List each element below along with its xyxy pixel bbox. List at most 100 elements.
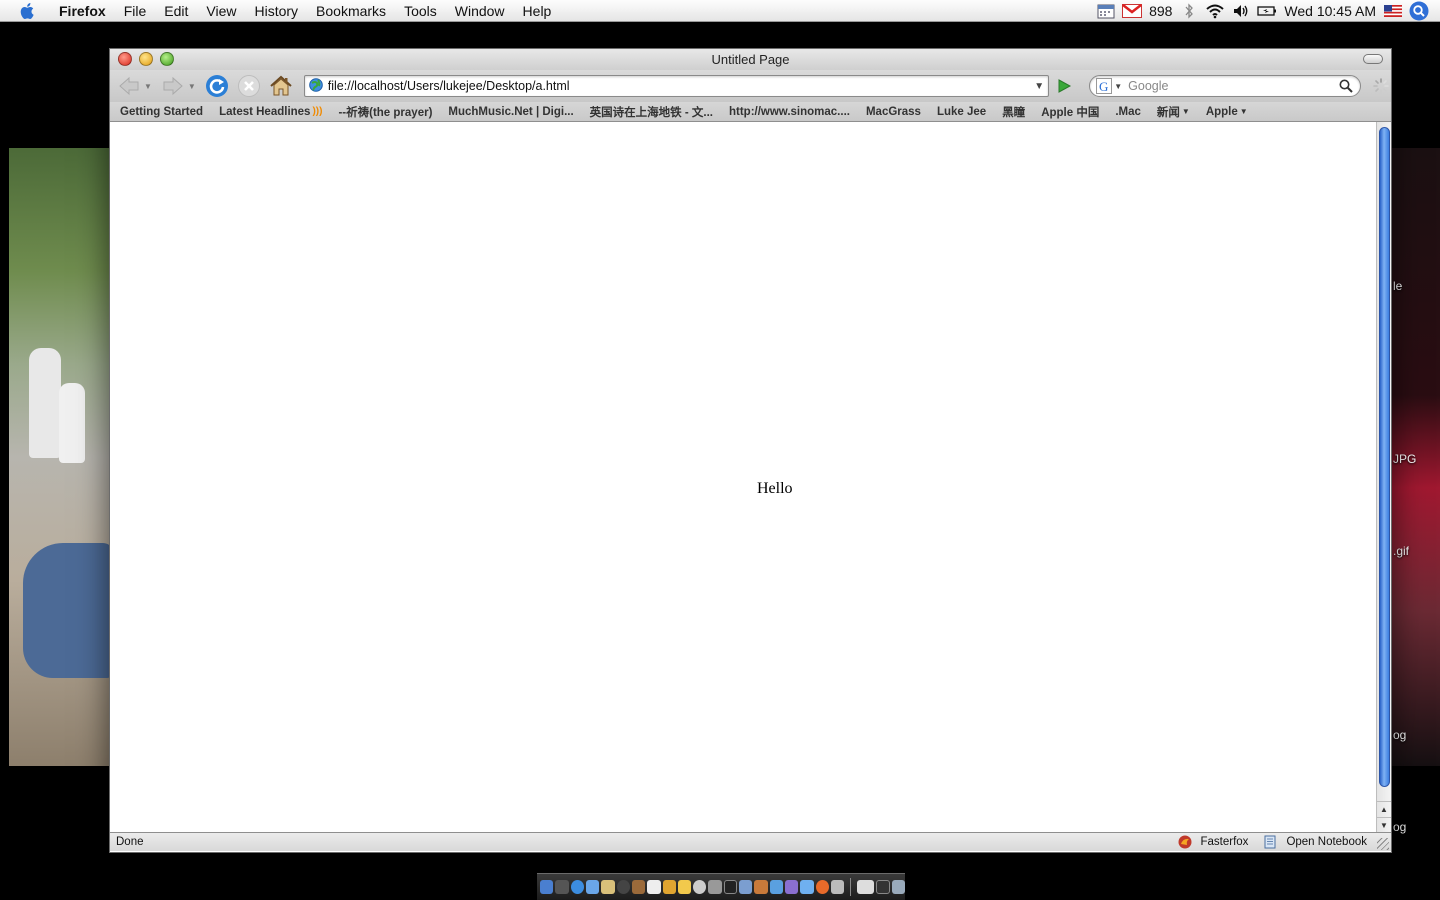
- gmail-count: 898: [1149, 2, 1173, 19]
- address-book-icon[interactable]: [601, 880, 615, 894]
- menubar-clock[interactable]: Wed 10:45 AM: [1280, 3, 1380, 19]
- trash-icon[interactable]: [891, 880, 906, 894]
- page-content[interactable]: Hello ▲ ▼: [110, 122, 1391, 832]
- textedit-icon[interactable]: [708, 880, 722, 894]
- bookmark-folder[interactable]: Apple ▼: [1206, 106, 1248, 118]
- search-engine-selector[interactable]: G ▼: [1096, 78, 1122, 94]
- reload-button[interactable]: [202, 72, 232, 100]
- resize-grip-icon[interactable]: [1377, 838, 1389, 850]
- desktop-file-label[interactable]: JPG: [1393, 452, 1416, 466]
- dock-separator: [850, 878, 852, 896]
- menu-window[interactable]: Window: [446, 0, 514, 22]
- wifi-icon[interactable]: [1204, 0, 1226, 22]
- preview-icon[interactable]: [739, 880, 753, 894]
- iphoto-icon[interactable]: [631, 880, 646, 894]
- mail-icon[interactable]: [585, 880, 600, 894]
- toolbar-toggle-button[interactable]: [1363, 54, 1383, 64]
- bookmark-item[interactable]: .Mac: [1115, 106, 1141, 118]
- apple-menu-icon[interactable]: [18, 1, 38, 21]
- bookmark-item-livefeed[interactable]: Latest Headlines))): [219, 106, 322, 118]
- menu-file[interactable]: File: [115, 0, 156, 22]
- menu-edit[interactable]: Edit: [155, 0, 197, 22]
- terminal-icon[interactable]: [723, 880, 738, 894]
- ical-icon[interactable]: [647, 880, 661, 894]
- menu-tools[interactable]: Tools: [395, 0, 446, 22]
- menubar: Firefox File Edit View History Bookmarks…: [0, 0, 1440, 22]
- menubar-extras: 898 Wed 10:45 AM: [1093, 0, 1440, 22]
- calendar-icon[interactable]: [1095, 0, 1117, 22]
- volume-icon[interactable]: [1230, 0, 1252, 22]
- firefox-dock-icon[interactable]: [815, 880, 830, 894]
- bookmark-item[interactable]: Apple 中国: [1041, 104, 1099, 120]
- vertical-scrollbar[interactable]: ▲ ▼: [1376, 122, 1391, 832]
- dock: [537, 873, 906, 900]
- ichat-icon[interactable]: [677, 880, 692, 894]
- url-history-chevron-down-icon[interactable]: ▼: [1030, 81, 1048, 92]
- bookmark-item[interactable]: Luke Jee: [937, 106, 986, 118]
- app-icon[interactable]: [785, 880, 799, 894]
- bookmark-item[interactable]: Getting Started: [120, 106, 203, 118]
- bookmark-item[interactable]: --祈祷(the prayer): [338, 104, 432, 120]
- desktop-file-label[interactable]: og: [1393, 728, 1406, 742]
- menu-bookmarks[interactable]: Bookmarks: [307, 0, 395, 22]
- dashboard-icon[interactable]: [555, 880, 569, 894]
- desktop-file-label[interactable]: le: [1393, 279, 1402, 293]
- us-flag-icon[interactable]: [1382, 0, 1404, 22]
- bookmark-folder[interactable]: 新闻 ▼: [1157, 104, 1190, 120]
- desktop-wallpaper-photo: [9, 148, 109, 766]
- scroll-down-arrow-icon[interactable]: ▼: [1377, 817, 1391, 832]
- desktop-file-label[interactable]: .gif: [1393, 544, 1409, 558]
- minimized-window-icon[interactable]: [876, 880, 890, 894]
- app-icon[interactable]: [769, 880, 784, 894]
- finder-icon[interactable]: [540, 880, 554, 894]
- back-history-chevron-down-icon[interactable]: ▼: [144, 82, 152, 91]
- spotlight-icon[interactable]: [1408, 0, 1430, 22]
- minimize-window-button[interactable]: [139, 52, 153, 66]
- bookmark-item[interactable]: http://www.sinomac....: [729, 106, 850, 118]
- battery-icon[interactable]: [1256, 0, 1278, 22]
- bookmark-item[interactable]: 黑瞳: [1002, 104, 1025, 120]
- search-icon[interactable]: [1336, 79, 1356, 93]
- stop-button[interactable]: [234, 72, 264, 100]
- search-input[interactable]: Google: [1128, 79, 1336, 93]
- svg-text:G: G: [1099, 79, 1108, 94]
- bookmark-item[interactable]: MuchMusic.Net | Digi...: [448, 106, 573, 118]
- open-notebook-label[interactable]: Open Notebook: [1286, 836, 1367, 848]
- search-bar[interactable]: G ▼ Google: [1089, 75, 1362, 97]
- window-titlebar[interactable]: Untitled Page: [110, 49, 1391, 70]
- office-icon[interactable]: [662, 880, 676, 894]
- fasterfox-label[interactable]: Fasterfox: [1201, 836, 1249, 848]
- menu-help[interactable]: Help: [514, 0, 561, 22]
- home-button[interactable]: [266, 72, 296, 100]
- url-bar[interactable]: file://localhost/Users/lukejee/Desktop/a…: [303, 75, 1050, 97]
- safari-icon[interactable]: [570, 880, 584, 894]
- zoom-window-button[interactable]: [160, 52, 174, 66]
- back-button[interactable]: [114, 72, 144, 100]
- menu-view[interactable]: View: [197, 0, 245, 22]
- app-icon[interactable]: [831, 880, 845, 894]
- scrollbar-thumb[interactable]: [1379, 127, 1390, 787]
- forward-button[interactable]: [158, 72, 188, 100]
- close-window-button[interactable]: [118, 52, 132, 66]
- forward-history-chevron-down-icon[interactable]: ▼: [188, 82, 196, 91]
- menu-history[interactable]: History: [245, 0, 307, 22]
- status-bar-extensions: Fasterfox Open Notebook: [1167, 834, 1367, 850]
- bookmark-item[interactable]: 英国诗在上海地铁 - 文...: [590, 104, 713, 120]
- notebook-icon[interactable]: [1262, 834, 1278, 850]
- minimized-window-icon[interactable]: [857, 880, 875, 894]
- gmail-icon[interactable]: [1121, 0, 1143, 22]
- go-button[interactable]: [1053, 75, 1075, 97]
- menu-app-firefox[interactable]: Firefox: [50, 0, 115, 22]
- bookmark-item[interactable]: MacGrass: [866, 106, 921, 118]
- system-preferences-icon[interactable]: [693, 880, 707, 894]
- itunes-icon[interactable]: [616, 880, 630, 894]
- navigation-toolbar: ▼ ▼ file://localhost/Users/lukejee/Deskt…: [110, 70, 1391, 102]
- app-icon[interactable]: [800, 880, 814, 894]
- url-text[interactable]: file://localhost/Users/lukejee/Desktop/a…: [328, 79, 1030, 93]
- app-icon[interactable]: [754, 880, 768, 894]
- fasterfox-icon[interactable]: [1177, 834, 1193, 850]
- bookmarks-toolbar: Getting Started Latest Headlines))) --祈祷…: [110, 102, 1391, 122]
- scroll-up-arrow-icon[interactable]: ▲: [1377, 801, 1391, 816]
- desktop-file-label[interactable]: og: [1393, 820, 1406, 834]
- bluetooth-icon[interactable]: [1178, 0, 1200, 22]
